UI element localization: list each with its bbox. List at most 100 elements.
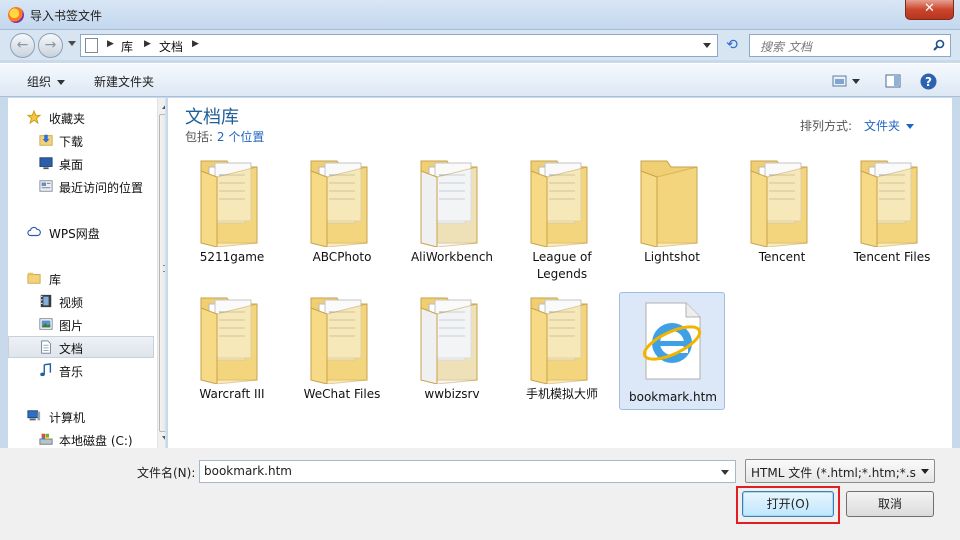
sidebar-item-local-disk-c[interactable]: 本地磁盘 (C:)	[8, 429, 154, 448]
item-name: bookmark.htm	[629, 390, 717, 404]
sidebar-item-videos[interactable]: 视频	[8, 291, 154, 313]
scroll-down-icon[interactable]	[162, 436, 165, 441]
nav-scrollbar[interactable]	[157, 98, 165, 448]
sidebar-item-label: WPS网盘	[49, 227, 100, 241]
folder-tile[interactable]: League of Legends	[509, 155, 615, 281]
command-toolbar: 组织 新建文件夹 ?	[0, 63, 960, 97]
document-icon	[85, 38, 98, 53]
includes-locations-link[interactable]: 2 个位置	[217, 130, 264, 144]
folder-tile[interactable]: wwbizsrv	[399, 292, 505, 410]
folder-tile[interactable]: Tencent Files	[839, 155, 945, 273]
sidebar-item-label: 最近访问的位置	[59, 181, 144, 195]
file-type-select[interactable]: HTML 文件 (*.html;*.htm;*.sht	[745, 459, 935, 483]
refresh-icon[interactable]: ⟲	[721, 34, 743, 57]
title-bar: 导入书签文件 ✕	[0, 0, 960, 30]
scroll-thumb[interactable]	[159, 114, 165, 432]
folder-tile[interactable]: Tencent	[729, 155, 835, 273]
star-icon	[26, 110, 42, 124]
chevron-right-icon[interactable]: ▶	[107, 39, 114, 49]
sidebar-item-favorites[interactable]: 收藏夹	[8, 107, 154, 129]
sidebar-item-documents[interactable]: 文档	[8, 336, 154, 358]
folder-tile[interactable]: ABCPhoto	[289, 155, 395, 273]
sort-value: 文件夹	[864, 119, 901, 133]
sidebar-item-label: 计算机	[49, 411, 86, 425]
chevron-right-icon[interactable]: ▶	[192, 39, 199, 49]
search-input[interactable]: 搜索 文档	[749, 34, 951, 57]
sidebar-item-wps-cloud[interactable]: WPS网盘	[8, 222, 154, 244]
sort-dropdown[interactable]: 文件夹	[864, 117, 915, 134]
breadcrumb-library[interactable]: 库	[121, 38, 133, 55]
firefox-icon	[8, 7, 24, 23]
sidebar-item-desktop[interactable]: 桌面	[8, 153, 154, 175]
sort-label: 排列方式:	[800, 119, 853, 133]
sidebar-item-pictures[interactable]: 图片	[8, 314, 154, 336]
item-name: wwbizsrv	[424, 387, 480, 401]
documents-icon	[41, 340, 51, 354]
item-name: League of Legends	[532, 250, 592, 281]
grip-icon	[163, 265, 165, 272]
folder-tile[interactable]: 手机模拟大师	[509, 292, 615, 410]
close-button[interactable]: ✕	[905, 0, 954, 20]
organize-button[interactable]: 组织	[27, 73, 66, 90]
cancel-button[interactable]: 取消	[846, 491, 934, 517]
sidebar-item-label: 图片	[59, 319, 84, 333]
music-icon	[40, 363, 52, 377]
recent-pages-dropdown-icon[interactable]	[68, 41, 76, 46]
item-name: 手机模拟大师	[525, 387, 598, 401]
search-placeholder: 搜索 文档	[760, 40, 812, 54]
window-title: 导入书签文件	[30, 9, 103, 23]
view-options-icon[interactable]	[832, 73, 860, 89]
chevron-right-icon[interactable]: ▶	[144, 39, 151, 49]
folder-tile[interactable]: Lightshot	[619, 155, 725, 273]
navigation-pane: 收藏夹 下载 桌面 最近访问的位置 WPS网盘 库 视频 图片 文档 音乐 计算…	[8, 98, 166, 448]
new-folder-button[interactable]: 新建文件夹	[94, 73, 154, 90]
scroll-up-icon[interactable]	[162, 104, 165, 109]
folder-tile[interactable]: 5211game	[179, 155, 285, 273]
dialog-footer: 文件名(N): bookmark.htm HTML 文件 (*.html;*.h…	[0, 448, 960, 540]
folder-tile[interactable]: WeChat Files	[289, 292, 395, 410]
organize-label: 组织	[27, 75, 52, 89]
chevron-down-icon	[57, 80, 66, 85]
sidebar-item-label: 视频	[59, 296, 84, 310]
search-icon[interactable]	[933, 39, 945, 51]
preview-pane-icon[interactable]	[885, 73, 901, 89]
sidebar-item-label: 收藏夹	[49, 112, 86, 126]
disk-icon	[39, 433, 53, 445]
annotation-highlight	[736, 486, 840, 524]
library-title: 文档库	[185, 107, 239, 128]
item-name: Lightshot	[644, 250, 700, 264]
sidebar-item-label: 下载	[59, 135, 84, 149]
help-icon[interactable]: ?	[920, 73, 937, 90]
chevron-down-icon	[921, 469, 929, 474]
breadcrumb-documents[interactable]: 文档	[159, 38, 183, 55]
sidebar-item-library[interactable]: 库	[8, 268, 154, 290]
back-button[interactable]: ←	[10, 33, 35, 58]
address-bar[interactable]: ▶ 库 ▶ 文档 ▶	[80, 34, 718, 57]
sidebar-item-label: 本地磁盘 (C:)	[59, 434, 133, 448]
desktop-icon	[39, 157, 53, 170]
svg-text:?: ?	[925, 75, 932, 89]
video-icon	[40, 294, 52, 308]
sidebar-item-computer[interactable]: 计算机	[8, 406, 154, 428]
includes-label: 包括:	[185, 130, 214, 144]
item-name: Warcraft III	[199, 387, 265, 401]
forward-button[interactable]: →	[38, 33, 63, 58]
folder-tile[interactable]: AliWorkbench	[399, 155, 505, 273]
pictures-icon	[39, 318, 53, 330]
item-name: 5211game	[199, 250, 265, 264]
sidebar-item-recent-places[interactable]: 最近访问的位置	[8, 176, 154, 198]
filename-field[interactable]: bookmark.htm	[199, 460, 736, 483]
sidebar-item-label: 文档	[59, 342, 84, 356]
computer-icon	[27, 410, 41, 421]
library-includes: 包括: 2 个位置	[185, 128, 264, 145]
address-dropdown-icon[interactable]	[703, 43, 711, 48]
file-tile[interactable]: bookmark.htm	[619, 292, 725, 410]
download-folder-icon	[39, 134, 53, 146]
chevron-down-icon[interactable]	[721, 470, 729, 475]
folder-tile[interactable]: Warcraft III	[179, 292, 285, 410]
sidebar-item-music[interactable]: 音乐	[8, 360, 154, 382]
library-icon	[27, 272, 41, 284]
item-name: Tencent	[758, 250, 806, 264]
sidebar-item-downloads[interactable]: 下载	[8, 130, 154, 152]
item-name: ABCPhoto	[312, 250, 372, 264]
